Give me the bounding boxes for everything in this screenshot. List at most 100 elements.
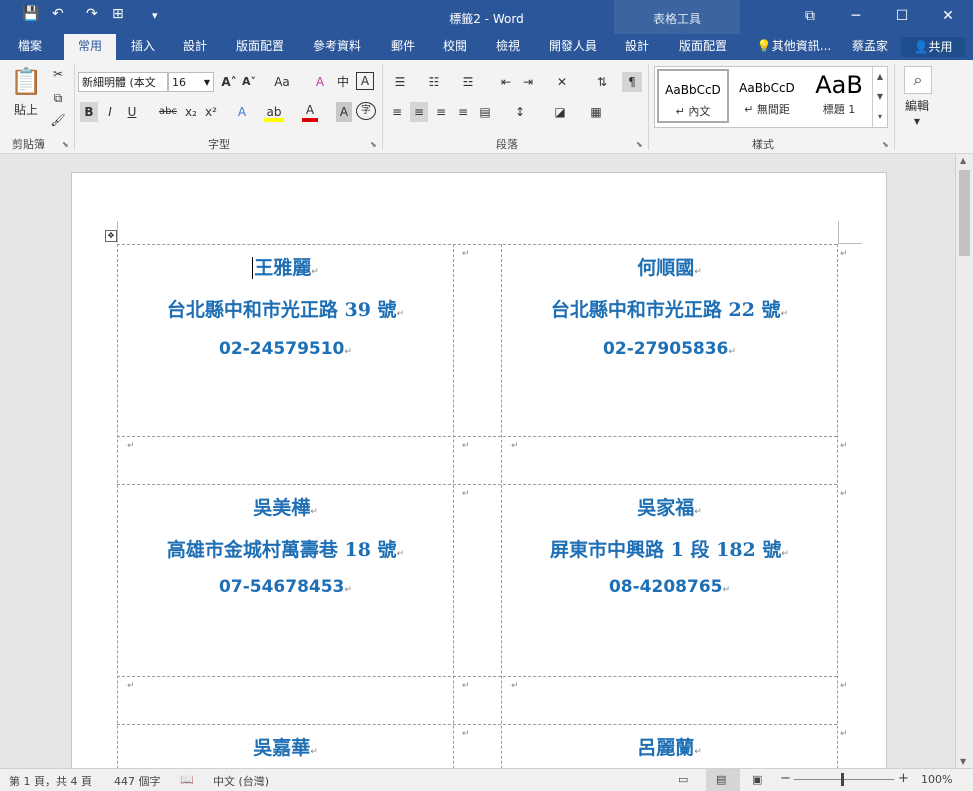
table-move-handle-icon[interactable]: ✥ (105, 230, 117, 242)
show-marks-icon[interactable]: ¶ (622, 72, 642, 92)
justify-icon[interactable]: ≡ (454, 102, 472, 122)
zoom-slider[interactable] (794, 779, 894, 780)
label-address[interactable]: 台北縣中和市光正路 39 號↵ (118, 295, 453, 322)
search-icon[interactable]: ⌕ (904, 66, 932, 94)
language-indicator[interactable]: 中文 (台灣) (213, 773, 269, 789)
style-normal[interactable]: AaBbCcD ↵ 內文 (657, 69, 729, 123)
word-count[interactable]: 447 個字 (114, 773, 161, 789)
label-cell[interactable]: 呂麗蘭↵ (502, 725, 837, 768)
line-spacing-icon[interactable]: ↕ (508, 102, 532, 122)
tab-table-design[interactable]: 設計 (616, 34, 658, 60)
label-cell[interactable]: 何順國↵ 台北縣中和市光正路 22 號↵ 02-27905836↵ (502, 245, 837, 436)
clear-format-icon[interactable]: A (312, 72, 328, 92)
multilevel-list-icon[interactable]: ☲ (456, 72, 480, 92)
styles-launcher-icon[interactable]: ⬊ (882, 140, 889, 149)
label-name[interactable]: 吳美樺↵ (118, 493, 453, 520)
label-name[interactable]: 何順國↵ (502, 253, 837, 280)
paragraph-launcher-icon[interactable]: ⬊ (636, 140, 643, 149)
bold-button[interactable]: B (80, 102, 98, 122)
distributed-icon[interactable]: ▤ (476, 102, 494, 122)
highlight-icon[interactable]: ab (264, 102, 284, 122)
paste-icon[interactable]: 📋 (10, 66, 42, 98)
label-address[interactable]: 台北縣中和市光正路 22 號↵ (502, 295, 837, 322)
paste-button[interactable]: 貼上 (8, 100, 44, 120)
zoom-level[interactable]: 100% (921, 773, 952, 786)
decrease-indent-icon[interactable]: ⇤ (496, 72, 516, 92)
numbering-icon[interactable]: ☷ (422, 72, 446, 92)
shrink-font-icon[interactable]: A˅ (240, 72, 258, 92)
cut-icon[interactable]: ✂ (48, 64, 68, 84)
tab-review[interactable]: 校閱 (434, 34, 476, 60)
share-button[interactable]: 👤共用 (901, 37, 965, 57)
label-phone[interactable]: 08-4208765↵ (502, 577, 837, 597)
copy-icon[interactable]: ⧉ (48, 88, 68, 108)
label-name[interactable]: 吳家福↵ (502, 493, 837, 520)
tab-mailings[interactable]: 郵件 (382, 34, 424, 60)
font-name-combo[interactable]: 新細明體 (本文 (78, 72, 168, 92)
style-heading-1[interactable]: AaB 標題 1 (803, 69, 875, 123)
label-address[interactable]: 高雄市金城村萬壽巷 18 號↵ (118, 535, 453, 562)
align-left-icon[interactable]: ≡ (388, 102, 406, 122)
tab-home[interactable]: 常用 (64, 34, 116, 60)
label-cell[interactable]: 吳美樺↵ 高雄市金城村萬壽巷 18 號↵ 07-54678453↵ (118, 485, 453, 676)
zoom-in-button[interactable]: + (898, 771, 909, 786)
phonetic-guide-icon[interactable]: 中 (334, 72, 352, 92)
close-button[interactable]: ✕ (925, 0, 971, 34)
label-address[interactable]: 屏東市中興路 1 段 182 號↵ (502, 535, 837, 562)
proofing-icon[interactable]: 📖 (180, 773, 194, 786)
grow-font-icon[interactable]: A˄ (220, 72, 238, 92)
label-name[interactable]: 吳嘉華↵ (118, 733, 453, 760)
chevron-down-icon[interactable]: ▼ (908, 112, 926, 132)
clipboard-launcher-icon[interactable]: ⬊ (62, 140, 69, 149)
scroll-up-icon[interactable]: ▲ (960, 156, 966, 165)
tab-table-layout[interactable]: 版面配置 (670, 34, 736, 60)
strikethrough-button[interactable]: abc (156, 102, 180, 122)
label-cell[interactable]: 王雅麗↵ 台北縣中和市光正路 39 號↵ 02-24579510↵ (118, 245, 453, 436)
style-no-spacing[interactable]: AaBbCcD ↵ 無間距 (731, 69, 803, 123)
shading-icon[interactable]: ◪ (548, 102, 572, 122)
font-color-icon[interactable]: A (302, 102, 318, 122)
char-shading-icon[interactable]: A (336, 102, 352, 122)
increase-indent-icon[interactable]: ⇥ (518, 72, 538, 92)
font-launcher-icon[interactable]: ⬊ (370, 140, 377, 149)
tab-developer[interactable]: 開發人員 (540, 34, 606, 60)
borders-icon[interactable]: ▦ (584, 102, 608, 122)
tab-view[interactable]: 檢視 (487, 34, 529, 60)
minimize-button[interactable]: ─ (833, 0, 879, 34)
label-cell[interactable]: 吳嘉華↵ (118, 725, 453, 768)
page-indicator[interactable]: 第 1 頁，共 4 頁 (9, 773, 92, 789)
bullets-icon[interactable]: ☰ (388, 72, 412, 92)
underline-button[interactable]: U (124, 102, 140, 122)
label-phone[interactable]: 02-24579510↵ (118, 339, 453, 359)
label-name[interactable]: 王雅麗↵ (118, 253, 453, 280)
format-painter-icon[interactable]: 🖌 (48, 110, 68, 130)
label-phone[interactable]: 02-27905836↵ (502, 339, 837, 359)
scroll-thumb[interactable] (959, 170, 970, 256)
enclose-char-icon[interactable]: 字 (356, 102, 376, 120)
char-border-icon[interactable]: A (356, 72, 374, 90)
align-center-icon[interactable]: ≡ (410, 102, 428, 122)
tab-insert[interactable]: 插入 (122, 34, 164, 60)
asian-layout-icon[interactable]: ✕ (550, 72, 574, 92)
superscript-button[interactable]: x² (202, 102, 220, 122)
read-mode-icon[interactable]: ▭ (678, 773, 688, 786)
change-case-icon[interactable]: Aa (268, 72, 296, 92)
align-right-icon[interactable]: ≡ (432, 102, 450, 122)
scroll-down-icon[interactable]: ▼ (960, 757, 966, 766)
ribbon-display-icon[interactable]: ⧉ (787, 0, 833, 34)
zoom-out-button[interactable]: − (780, 771, 791, 786)
subscript-button[interactable]: x₂ (182, 102, 200, 122)
tab-file[interactable]: 檔案 (6, 34, 54, 60)
vertical-scrollbar[interactable]: ▲ ▼ (955, 154, 973, 768)
label-phone[interactable]: 07-54678453↵ (118, 577, 453, 597)
label-cell[interactable]: 吳家福↵ 屏東市中興路 1 段 182 號↵ 08-4208765↵ (502, 485, 837, 676)
tab-references[interactable]: 參考資料 (304, 34, 370, 60)
gallery-scroll[interactable]: ▲ ▼ ▾ (872, 67, 887, 127)
font-size-combo[interactable]: 16 ▼ (168, 72, 214, 92)
text-effects-icon[interactable]: A (234, 102, 250, 122)
tell-me-box[interactable]: 💡其他資訊... (752, 34, 836, 60)
italic-button[interactable]: I (102, 102, 118, 122)
maximize-button[interactable]: ☐ (879, 0, 925, 34)
sort-icon[interactable]: ⇅ (592, 72, 612, 92)
zoom-slider-thumb[interactable] (841, 773, 844, 786)
